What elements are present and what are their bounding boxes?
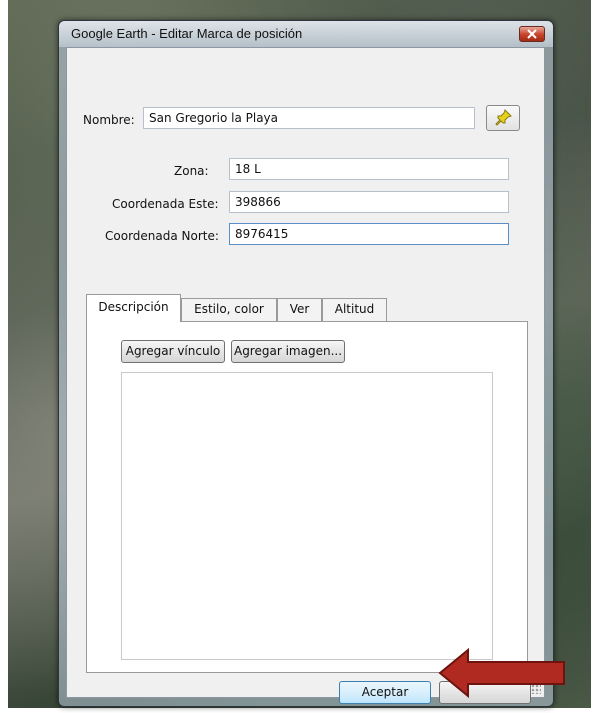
zone-label: Zona:: [174, 164, 209, 178]
name-field[interactable]: San Gregorio la Playa: [143, 107, 475, 129]
tab-ver[interactable]: Ver: [277, 298, 322, 321]
red-arrow-icon: [438, 648, 565, 698]
title-bar[interactable]: Google Earth - Editar Marca de posición: [59, 21, 553, 47]
close-button[interactable]: [519, 26, 545, 42]
add-link-button[interactable]: Agregar vínculo: [121, 340, 225, 363]
north-coordinate-label: Coordenada Norte:: [105, 229, 219, 243]
screenshot-photo: Google Earth - Editar Marca de posición …: [0, 0, 597, 713]
ok-button[interactable]: Aceptar: [339, 681, 431, 704]
zone-field[interactable]: 18 L: [229, 158, 509, 180]
east-coordinate-label: Coordenada Este:: [112, 197, 219, 211]
tab-estilo-color[interactable]: Estilo, color: [181, 298, 277, 321]
tab-altitud[interactable]: Altitud: [322, 298, 387, 321]
name-label: Nombre:: [83, 113, 135, 127]
add-image-button[interactable]: Agregar imagen...: [231, 340, 345, 363]
close-icon: [527, 29, 537, 39]
pushpin-icon: [495, 109, 512, 126]
east-coordinate-field[interactable]: 398866: [229, 191, 509, 213]
edit-placemark-dialog: Google Earth - Editar Marca de posición …: [58, 20, 554, 707]
north-coordinate-field[interactable]: 8976415: [229, 223, 509, 245]
description-textarea[interactable]: [121, 372, 493, 660]
dialog-body: Nombre: San Gregorio la Playa Zona: 18 L…: [66, 47, 545, 704]
description-tab-panel: Agregar vínculo Agregar imagen...: [86, 321, 528, 673]
placemark-icon-button[interactable]: [486, 105, 520, 131]
tab-descripcion[interactable]: Descripción: [86, 294, 181, 322]
window-title: Google Earth - Editar Marca de posición: [71, 26, 303, 41]
